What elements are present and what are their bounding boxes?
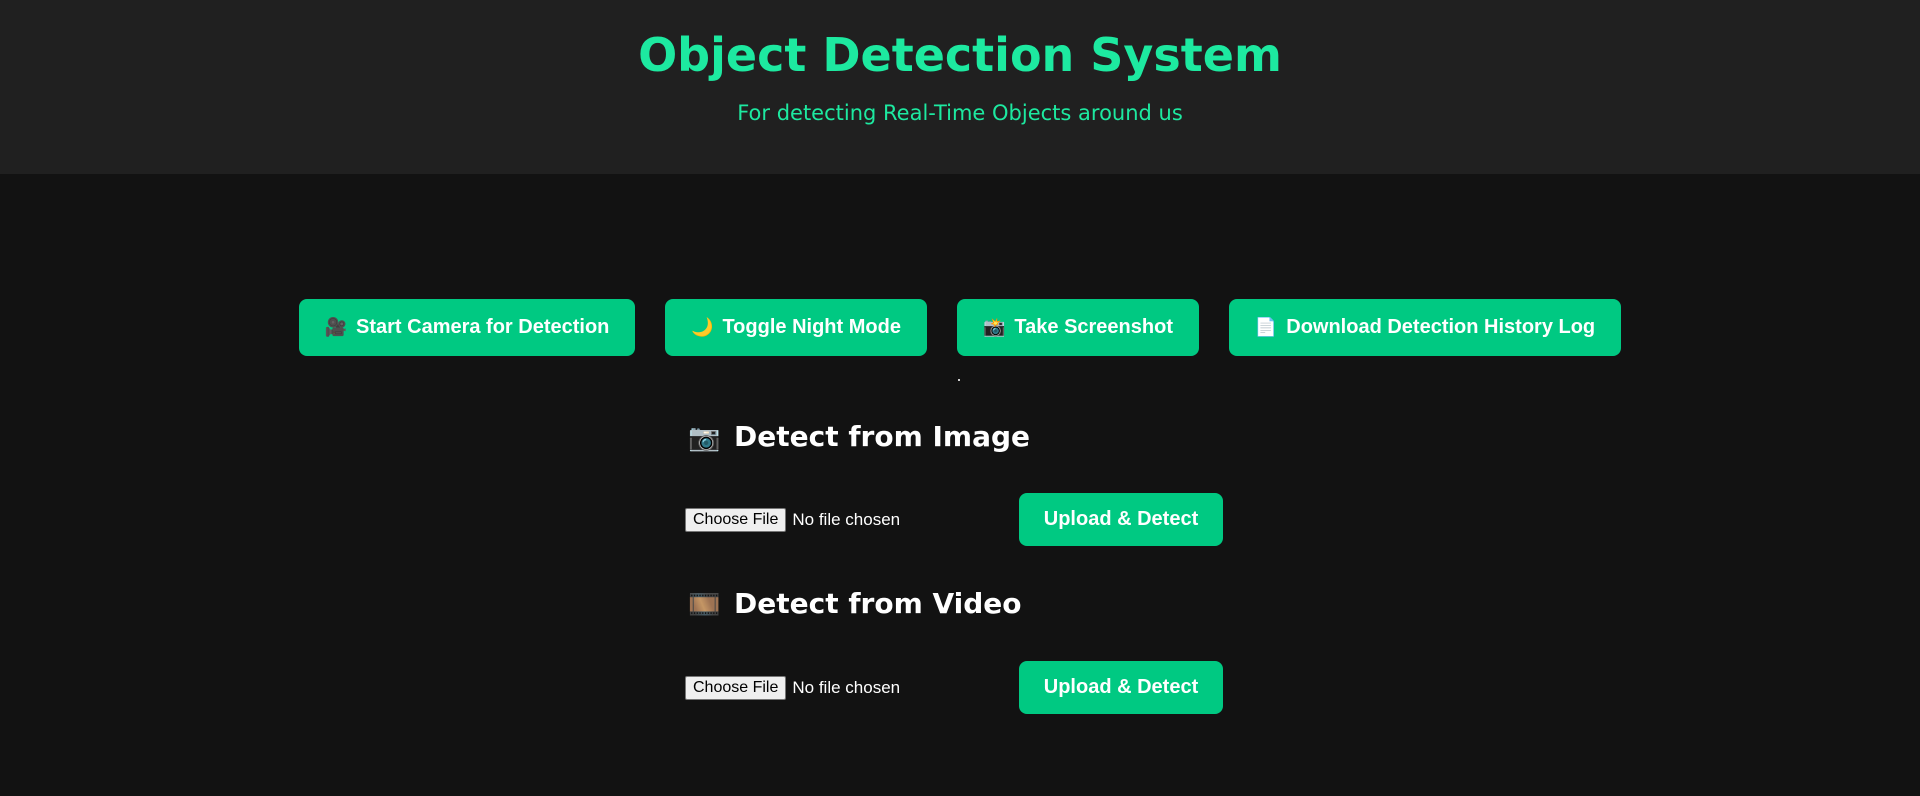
image-upload-detect-button[interactable]: Upload & Detect	[1019, 493, 1223, 546]
divider-dot	[958, 379, 960, 381]
document-icon: 📄	[1254, 317, 1278, 337]
image-section-heading: 📷 Detect from Image	[688, 419, 1030, 456]
video-file-status: No file chosen	[792, 678, 901, 697]
take-screenshot-button[interactable]: 📸 Take Screenshot	[957, 299, 1199, 356]
page-title: Object Detection System	[638, 28, 1282, 82]
image-upload-detect-label: Upload & Detect	[1043, 508, 1199, 530]
download-history-log-button[interactable]: 📄 Download Detection History Log	[1229, 299, 1621, 356]
video-camera-icon: 🎥	[324, 317, 347, 337]
image-choose-file-button[interactable]: Choose File	[685, 508, 787, 532]
video-upload-detect-button[interactable]: Upload & Detect	[1019, 661, 1223, 714]
image-file-status: No file chosen	[792, 510, 901, 529]
image-file-input[interactable]: Choose File No file chosen	[685, 507, 900, 533]
film-frames-icon: 🎞️	[688, 590, 721, 620]
video-section-title: Detect from Video	[734, 587, 1022, 620]
start-camera-button[interactable]: 🎥 Start Camera for Detection	[299, 299, 635, 356]
start-camera-label: Start Camera for Detection	[356, 316, 610, 338]
image-section-title: Detect from Image	[734, 420, 1031, 453]
page-header: Object Detection System For detecting Re…	[0, 0, 1920, 174]
camera-icon: 📷	[688, 423, 721, 453]
video-file-input[interactable]: Choose File No file chosen	[685, 675, 900, 701]
download-history-log-label: Download Detection History Log	[1286, 316, 1596, 338]
video-upload-detect-label: Upload & Detect	[1043, 676, 1199, 698]
video-choose-file-button[interactable]: Choose File	[685, 676, 787, 700]
toggle-night-mode-label: Toggle Night Mode	[722, 316, 901, 338]
toggle-night-mode-button[interactable]: 🌙 Toggle Night Mode	[665, 299, 927, 356]
camera-flash-icon: 📸	[982, 317, 1006, 337]
crescent-moon-icon: 🌙	[691, 317, 714, 337]
page-subtitle: For detecting Real-Time Objects around u…	[737, 101, 1183, 125]
take-screenshot-label: Take Screenshot	[1014, 316, 1173, 338]
video-section-heading: 🎞️ Detect from Video	[688, 586, 1022, 623]
